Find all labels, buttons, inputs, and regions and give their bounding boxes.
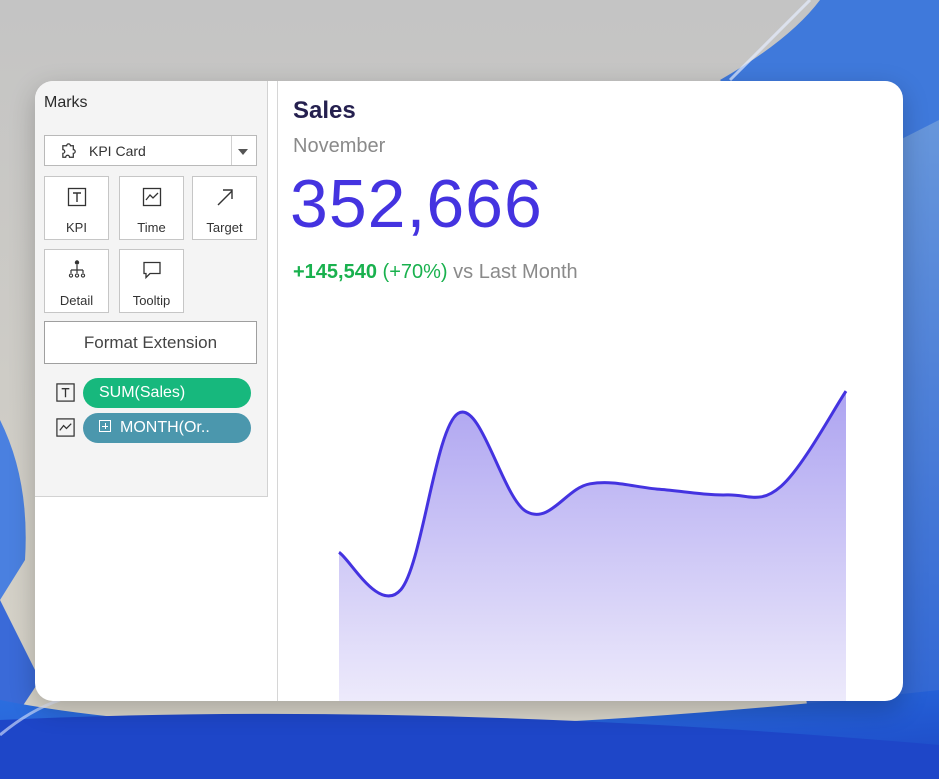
extension-window: Marks KPI Card KPI Time Target Detail To… (35, 81, 903, 701)
field-row-month: MONTH(Or.. (55, 413, 251, 443)
line-chart-icon (56, 418, 75, 437)
mark-type-dropdown[interactable]: KPI Card (44, 135, 257, 166)
expand-plus-icon[interactable] (99, 420, 111, 432)
sum-sales-pill-label: SUM(Sales) (99, 384, 186, 401)
detail-icon (68, 260, 85, 278)
month-order-date-pill[interactable]: MONTH(Or.. (83, 413, 251, 443)
marks-card: Marks KPI Card KPI Time Target Detail To… (35, 81, 268, 497)
field-row-sales: SUM(Sales) (55, 378, 251, 408)
change-percent: (+70%) (382, 261, 448, 283)
dropdown-separator (231, 136, 232, 165)
time-button-label: Time (137, 220, 166, 235)
panel-divider (277, 81, 278, 701)
month-pill-label: MONTH(Or.. (120, 419, 210, 436)
chevron-down-icon (238, 149, 248, 155)
change-value: +145,540 (293, 261, 377, 283)
line-chart-icon (142, 187, 161, 207)
kpi-value: 352,666 (290, 166, 543, 242)
target-button[interactable]: Target (192, 176, 257, 240)
sum-sales-pill[interactable]: SUM(Sales) (83, 378, 251, 408)
kpi-change: +145,540 (+70%) vs Last Month (293, 261, 578, 284)
tooltip-button[interactable]: Tooltip (119, 249, 184, 313)
time-button[interactable]: Time (119, 176, 184, 240)
target-button-label: Target (206, 220, 243, 235)
detail-button-label: Detail (59, 293, 94, 308)
mark-type-label: KPI Card (89, 143, 146, 159)
kpi-period: November (293, 135, 386, 157)
detail-button[interactable]: Detail (44, 249, 109, 313)
kpi-button-label: KPI (66, 220, 87, 235)
sparkline-area (339, 391, 846, 701)
format-extension-button[interactable]: Format Extension (44, 321, 257, 364)
extension-puzzle-icon (62, 143, 76, 158)
comparison-label: vs Last Month (453, 261, 578, 283)
kpi-button[interactable]: KPI (44, 176, 109, 240)
marks-title: Marks (44, 94, 88, 111)
text-icon (67, 187, 86, 207)
target-arrow-icon (217, 189, 233, 206)
sales-sparkline (338, 390, 848, 701)
kpi-title: Sales (293, 97, 356, 124)
tooltip-button-label: Tooltip (132, 293, 171, 308)
text-icon (56, 383, 75, 402)
tooltip-icon (142, 261, 161, 280)
